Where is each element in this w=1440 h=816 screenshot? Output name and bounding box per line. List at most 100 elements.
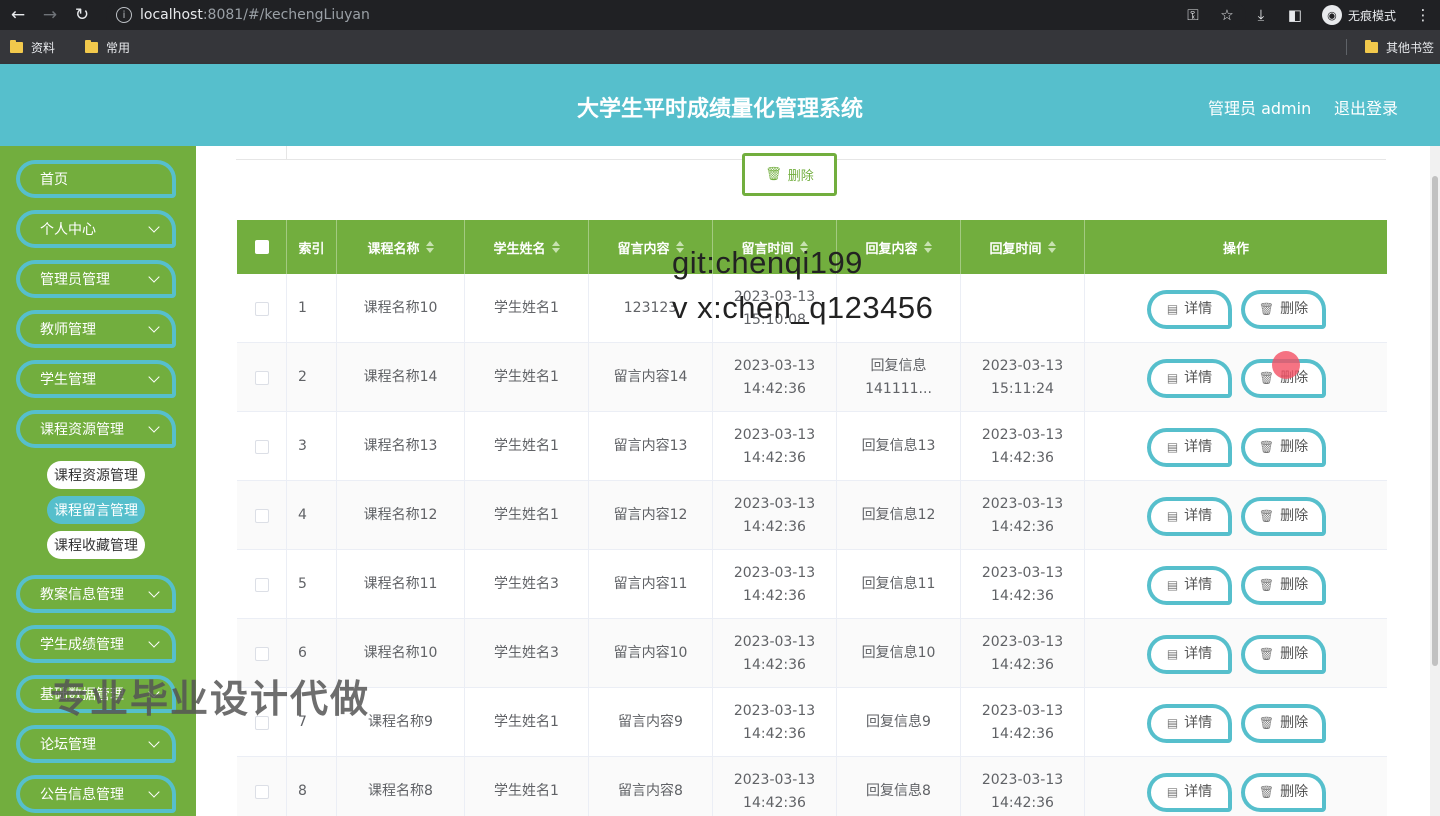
sidebar-item-notice-management[interactable]: 公告信息管理 [16, 775, 176, 813]
delete-button[interactable]: 🗑 删除 [1241, 497, 1326, 536]
column-header-label: 留言内容 [617, 241, 670, 257]
document-icon: ▤ [1166, 578, 1179, 592]
message-cell: 留言内容10 [589, 619, 713, 688]
detail-button[interactable]: ▤ 详情 [1147, 704, 1232, 743]
sidebar-item-lesson-plan-management[interactable]: 教案信息管理 [16, 575, 176, 613]
back-arrow-icon[interactable]: ← [4, 1, 32, 29]
bookmark-folder[interactable]: 资料 [10, 39, 55, 56]
message-cell: 留言内容12 [589, 481, 713, 550]
table-row: 4 课程名称12 学生姓名1 留言内容12 2023-03-13 14:42:36 回复信… [237, 481, 1387, 550]
forward-arrow-icon[interactable]: → [36, 1, 64, 29]
actions-cell: ▤ 详情 🗑 删除 [1085, 688, 1387, 757]
select-all-checkbox[interactable] [254, 240, 269, 254]
trash-icon: 🗑 [1258, 371, 1275, 385]
star-icon[interactable]: ☆ [1210, 6, 1244, 24]
column-header-label: 学生姓名 [493, 241, 546, 257]
row-checkbox[interactable] [254, 646, 269, 661]
sort-icon[interactable] [1047, 241, 1056, 253]
document-icon: ▤ [1166, 647, 1179, 661]
delete-button[interactable]: 🗑 删除 [1241, 566, 1326, 605]
column-header-course[interactable]: 课程名称 [337, 220, 465, 274]
menu-dots-icon[interactable]: ⋮ [1406, 6, 1440, 24]
sidebar-item-student-management[interactable]: 学生管理 [16, 360, 176, 398]
chevron-down-icon [148, 321, 160, 333]
key-icon[interactable]: ⚿ [1176, 6, 1210, 24]
delete-button[interactable]: 🗑 删除 [1241, 428, 1326, 467]
other-bookmarks[interactable]: 其他书签 [1345, 30, 1434, 64]
document-icon: ▤ [1166, 716, 1179, 730]
cell-text: 123123 [623, 300, 678, 316]
delete-button[interactable]: 🗑 删除 [1241, 704, 1326, 743]
delete-button[interactable]: 🗑 删除 [1241, 635, 1326, 674]
chevron-down-icon [148, 221, 160, 233]
reload-icon[interactable]: ↻ [68, 1, 96, 29]
trash-icon: 🗑 [1258, 440, 1275, 454]
detail-button[interactable]: ▤ 详情 [1147, 773, 1232, 812]
cell-text: 回复信息9 [866, 714, 931, 730]
cell-text: 学生姓名1 [494, 507, 559, 523]
bookmark-folder[interactable]: 常用 [85, 39, 130, 56]
column-header-reply-time[interactable]: 回复时间 [961, 220, 1085, 274]
detail-button-label: 详情 [1184, 715, 1213, 731]
reply-time-cell: 2023-03-13 14:42:36 [961, 619, 1085, 688]
row-checkbox[interactable] [254, 439, 269, 454]
row-checkbox[interactable] [254, 577, 269, 592]
actions-cell: ▤ 详情 🗑 删除 [1085, 274, 1387, 343]
download-icon[interactable]: ⤓ [1244, 6, 1278, 24]
cell-text: 学生姓名3 [494, 645, 559, 661]
logout-link[interactable]: 退出登录 [1334, 95, 1398, 119]
cell-text: 留言内容12 [613, 507, 688, 523]
document-icon: ▤ [1166, 302, 1179, 316]
detail-button[interactable]: ▤ 详情 [1147, 635, 1232, 674]
sidebar-item-admin-management[interactable]: 管理员管理 [16, 260, 176, 298]
detail-button[interactable]: ▤ 详情 [1147, 359, 1232, 398]
actions-cell: ▤ 详情 🗑 删除 [1085, 550, 1387, 619]
cell-text: 回复信息13 [861, 438, 936, 454]
sidebar-item-label: 首页 [40, 172, 68, 188]
sidebar-item-teacher-management[interactable]: 教师管理 [16, 310, 176, 348]
submenu-item-course-message[interactable]: 课程留言管理 [47, 496, 145, 524]
detail-button[interactable]: ▤ 详情 [1147, 428, 1232, 467]
delete-button[interactable]: 🗑 删除 [1241, 290, 1326, 329]
trash-icon: 🗑 [1258, 785, 1275, 799]
detail-button[interactable]: ▤ 详情 [1147, 290, 1232, 329]
bulk-delete-button[interactable]: 🗑 删除 [742, 153, 837, 196]
sort-icon[interactable] [923, 241, 932, 253]
submenu-item-course-favorite[interactable]: 课程收藏管理 [47, 531, 145, 559]
submenu-item-course-resource[interactable]: 课程资源管理 [47, 461, 145, 489]
column-header-student[interactable]: 学生姓名 [465, 220, 589, 274]
detail-button[interactable]: ▤ 详情 [1147, 497, 1232, 536]
table-row: 7 课程名称9 学生姓名1 留言内容9 2023-03-13 14:42:36 回复信息9… [237, 688, 1387, 757]
cell-text: 学生姓名1 [494, 438, 559, 454]
cell-text: 回复信息8 [866, 783, 931, 799]
row-checkbox[interactable] [254, 784, 269, 799]
folder-icon [85, 39, 99, 53]
cell-text: 4 [298, 507, 307, 523]
sidepanel-icon[interactable]: ◧ [1278, 6, 1312, 24]
page-scrollbar[interactable] [1430, 146, 1440, 816]
sidebar-item-grade-management[interactable]: 学生成绩管理 [16, 625, 176, 663]
sidebar-item-course-resource-management[interactable]: 课程资源管理 [16, 410, 176, 448]
row-checkbox[interactable] [254, 301, 269, 316]
incognito-badge[interactable]: ◉ 无痕模式 [1321, 5, 1396, 25]
detail-button[interactable]: ▤ 详情 [1147, 566, 1232, 605]
site-info-icon[interactable]: i [116, 7, 132, 23]
sidebar-item-personal-center[interactable]: 个人中心 [16, 210, 176, 248]
course-name-cell: 课程名称12 [337, 481, 465, 550]
cell-text: 2023-03-13 14:42:36 [981, 426, 1064, 466]
divider [286, 146, 287, 160]
scrollbar-thumb[interactable] [1432, 176, 1438, 666]
row-index: 2 [287, 343, 337, 412]
delete-button[interactable]: 🗑 删除 [1241, 773, 1326, 812]
cell-text: 1 [298, 300, 307, 316]
message-time-cell: 2023-03-13 14:42:36 [713, 481, 837, 550]
address-bar[interactable]: i localhost:8081/#/kechengLiuyan [106, 2, 1246, 28]
sort-icon[interactable] [425, 241, 434, 253]
row-checkbox[interactable] [254, 370, 269, 385]
sidebar-item-forum-management[interactable]: 论坛管理 [16, 725, 176, 763]
row-checkbox[interactable] [254, 508, 269, 523]
table-row: 6 课程名称10 学生姓名3 留言内容10 2023-03-13 14:42:36 回复信… [237, 619, 1387, 688]
sort-icon[interactable] [551, 241, 560, 253]
sidebar-item-home[interactable]: 首页 [16, 160, 176, 198]
sidebar-item-label: 管理员管理 [40, 272, 110, 288]
